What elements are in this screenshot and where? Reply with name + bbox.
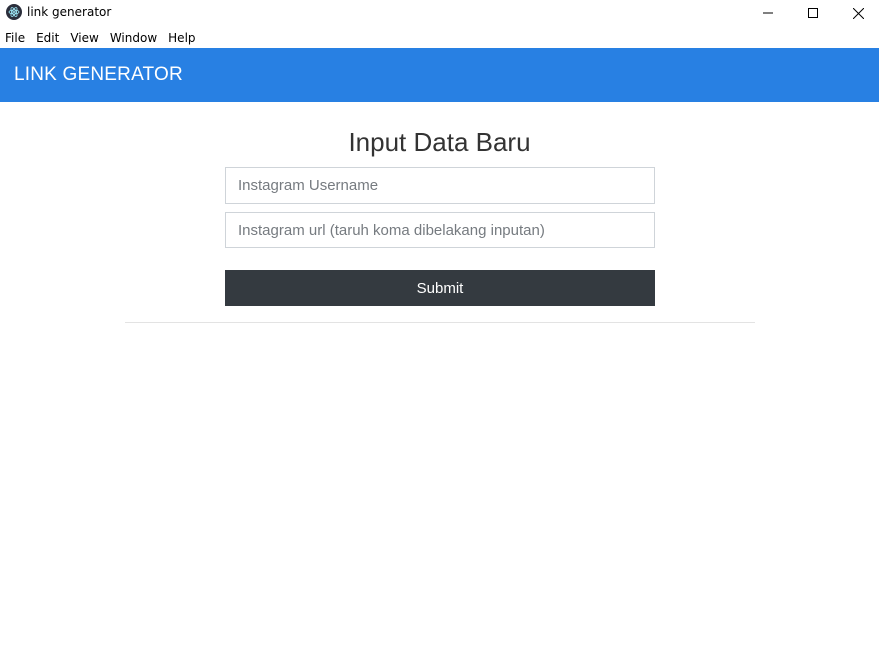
atom-icon [8, 7, 20, 17]
window-title: link generator [27, 5, 112, 19]
menu-view[interactable]: View [65, 28, 104, 48]
close-button[interactable] [835, 0, 879, 26]
close-icon [852, 7, 864, 19]
menu-file[interactable]: File [0, 28, 31, 48]
menu-window[interactable]: Window [105, 28, 163, 48]
minimize-icon [763, 12, 773, 14]
submit-button[interactable]: Submit [225, 270, 655, 306]
menu-edit[interactable]: Edit [31, 28, 65, 48]
menu-help[interactable]: Help [163, 28, 201, 48]
minimize-button[interactable] [745, 0, 791, 26]
app-header: LINK GENERATOR [0, 48, 879, 102]
instagram-url-input[interactable] [225, 212, 655, 248]
page-title: Input Data Baru [348, 127, 531, 157]
menu-bar: File Edit View Window Help [0, 28, 879, 48]
app-icon [6, 4, 22, 20]
title-bar: link generator [0, 0, 879, 26]
instagram-username-input[interactable] [225, 167, 655, 204]
app-title: LINK GENERATOR [14, 64, 183, 85]
divider [125, 322, 755, 323]
maximize-button[interactable] [790, 0, 836, 26]
maximize-icon [808, 8, 818, 18]
